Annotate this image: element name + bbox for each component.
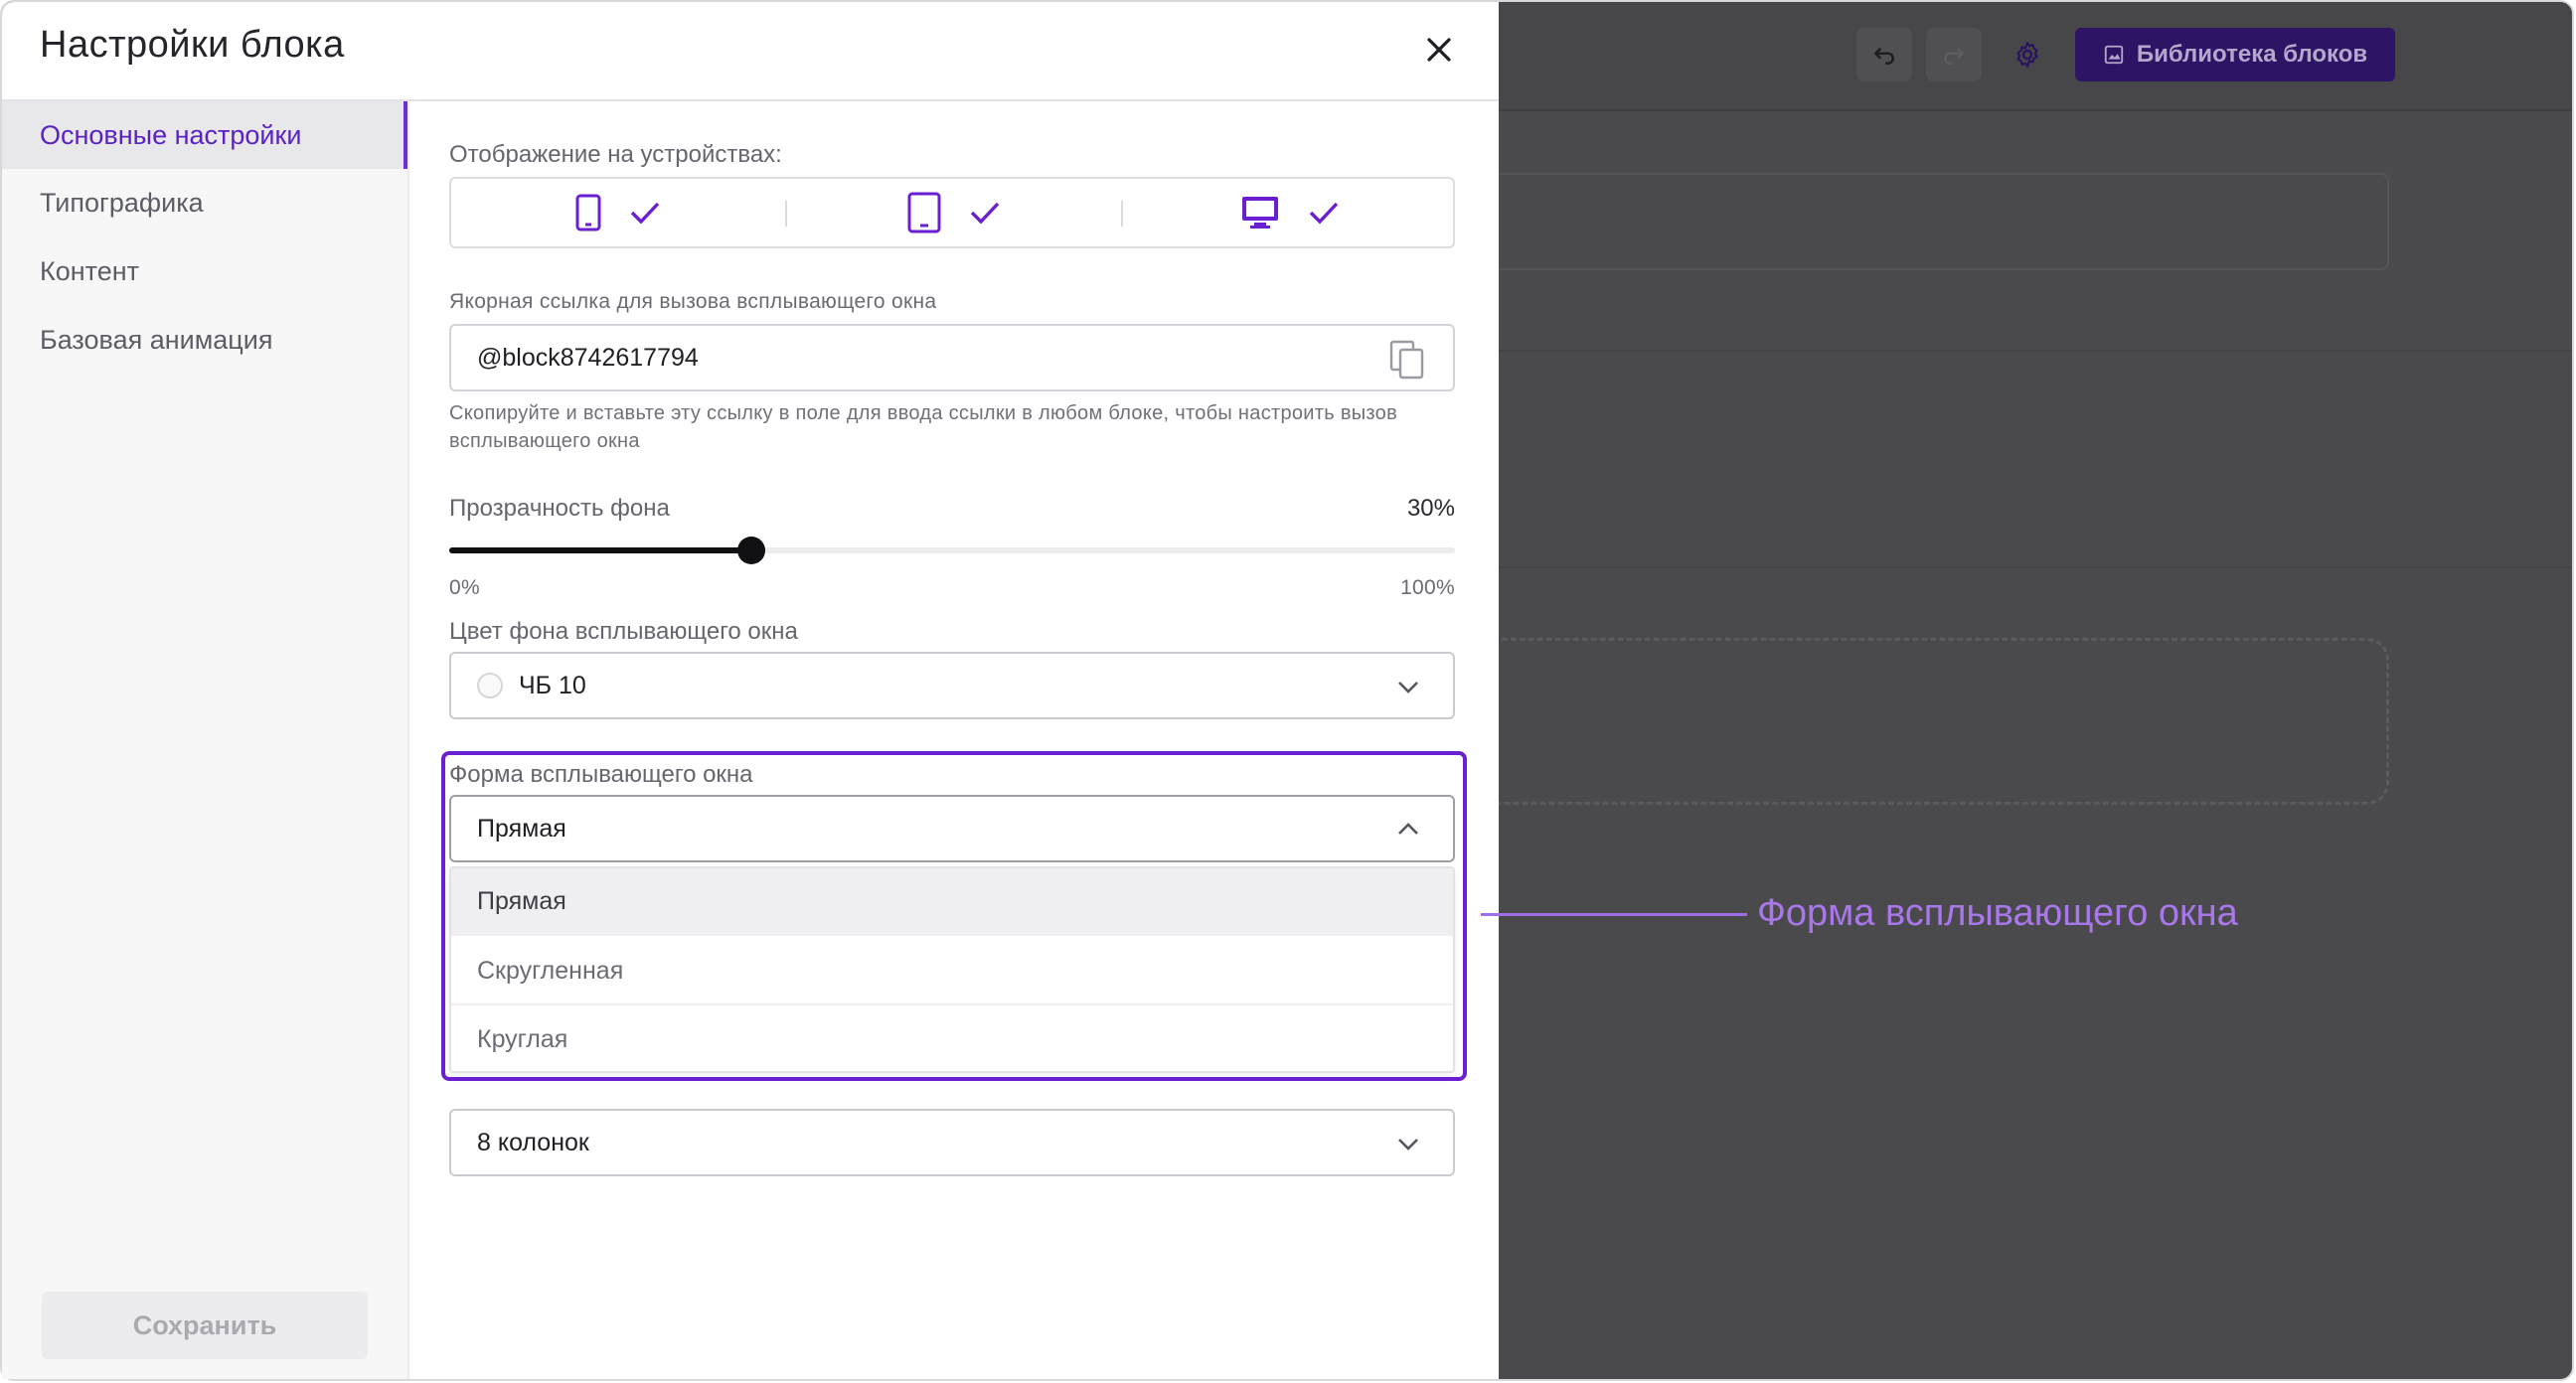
chevron-up-icon	[1398, 823, 1418, 835]
opacity-value: 30%	[1406, 495, 1455, 522]
sidebar-item-label: Типографика	[40, 187, 204, 218]
bg-color-label: Цвет фона всплывающего окна	[449, 618, 798, 645]
copy-icon[interactable]	[1389, 340, 1425, 380]
check-icon	[630, 202, 660, 225]
close-button[interactable]	[1417, 28, 1461, 72]
mobile-icon	[575, 194, 601, 231]
close-icon	[1427, 38, 1451, 62]
annotation-line	[1481, 913, 1747, 916]
devices-label: Отображение на устройствах:	[449, 141, 782, 168]
device-toggle-desktop[interactable]	[1123, 179, 1457, 246]
anchor-label: Якорная ссылка для вызова всплывающего о…	[449, 290, 937, 313]
device-toggle-tablet[interactable]	[787, 179, 1121, 246]
opacity-max-label: 100%	[1400, 576, 1455, 599]
check-icon	[970, 202, 1000, 225]
shape-value: Прямая	[477, 814, 566, 843]
block-library-button[interactable]: Библиотека блоков	[2075, 28, 2395, 81]
option-label: Прямая	[477, 886, 566, 915]
sidebar-item-label: Основные настройки	[40, 119, 302, 150]
bg-color-select[interactable]: ЧБ 10	[449, 652, 1455, 719]
modal-header: Настройки блока	[2, 2, 1499, 101]
gear-icon	[2016, 42, 2038, 68]
opacity-min-label: 0%	[449, 576, 480, 599]
settings-button[interactable]	[2000, 28, 2055, 81]
editor-dropzone	[1364, 638, 2389, 805]
opacity-label: Прозрачность фона	[449, 495, 670, 522]
option-label: Круглая	[477, 1024, 568, 1053]
editor-field	[1364, 173, 2389, 270]
anchor-link-value: @block8742617794	[477, 343, 699, 372]
device-toggle-mobile[interactable]	[451, 179, 785, 246]
chevron-down-icon	[1398, 1139, 1418, 1151]
opacity-slider-fill	[449, 547, 751, 553]
option-label: Скругленная	[477, 956, 624, 985]
settings-sidebar: Основные настройки Типографика Контент Б…	[2, 101, 409, 1379]
redo-icon	[1944, 47, 1965, 65]
sidebar-item-label: Контент	[40, 255, 140, 286]
settings-content: Отображение на устройствах: Якорная ссыл…	[409, 101, 1499, 1379]
shape-option-round[interactable]: Круглая	[451, 1005, 1453, 1073]
shape-option-rounded[interactable]: Скругленная	[451, 938, 1453, 1005]
sidebar-item-basic-animation[interactable]: Базовая анимация	[2, 306, 407, 374]
redo-button[interactable]	[1926, 28, 1982, 81]
sidebar-item-basic-settings[interactable]: Основные настройки	[2, 101, 407, 169]
shape-select[interactable]: Прямая	[449, 795, 1455, 862]
shape-dropdown-list: Прямая Скругленная Круглая	[449, 866, 1455, 1073]
sidebar-item-typography[interactable]: Типографика	[2, 169, 407, 236]
opacity-slider-thumb[interactable]	[736, 537, 765, 564]
block-library-label: Библиотека блоков	[2136, 41, 2368, 68]
block-settings-modal: Настройки блока Основные настройки Типог…	[2, 2, 1499, 1379]
sidebar-item-content[interactable]: Контент	[2, 237, 407, 305]
save-button[interactable]: Сохранить	[42, 1292, 368, 1359]
desktop-icon	[1242, 197, 1278, 229]
check-icon	[1309, 202, 1339, 225]
bg-color-value: ЧБ 10	[519, 671, 586, 699]
opacity-slider[interactable]	[449, 537, 1455, 564]
shape-label: Форма всплывающего окна	[449, 761, 753, 788]
chevron-down-icon	[1398, 682, 1418, 693]
anchor-link-field[interactable]: @block8742617794	[449, 324, 1455, 391]
image-icon	[2104, 45, 2123, 65]
columns-value: 8 колонок	[477, 1128, 589, 1156]
tablet-icon	[907, 192, 941, 233]
sidebar-item-label: Базовая анимация	[40, 324, 273, 355]
modal-title: Настройки блока	[40, 24, 345, 66]
undo-button[interactable]	[1856, 28, 1912, 81]
annotation-label: Форма всплывающего окна	[1757, 892, 2238, 934]
shape-option-straight[interactable]: Прямая	[451, 868, 1453, 936]
columns-select[interactable]: 8 колонок	[449, 1109, 1455, 1176]
device-visibility-group	[449, 177, 1455, 248]
undo-icon	[1873, 47, 1894, 65]
color-swatch	[477, 673, 503, 698]
anchor-hint: Скопируйте и вставьте эту ссылку в поле …	[449, 402, 1398, 452]
